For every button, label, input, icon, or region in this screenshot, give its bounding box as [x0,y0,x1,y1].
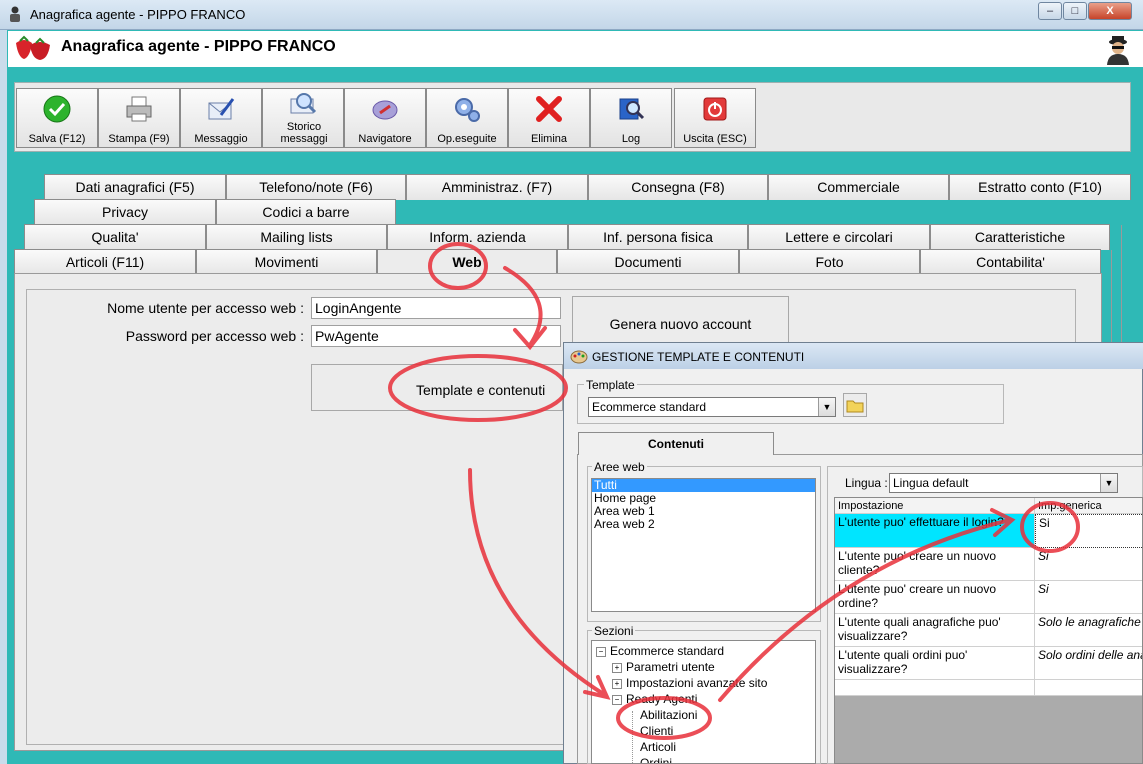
annotation-arrow-web [503,266,547,351]
annotation-circle-abilitazioni [616,696,712,740]
annotation-circle-web [428,242,488,290]
annotation-circle-value [1020,501,1080,553]
annotation-arrow-setting [718,508,1016,702]
annotation-circle-template [388,354,568,422]
annotation-overlay [388,242,1080,740]
annotation-arrow-tree [468,468,611,700]
